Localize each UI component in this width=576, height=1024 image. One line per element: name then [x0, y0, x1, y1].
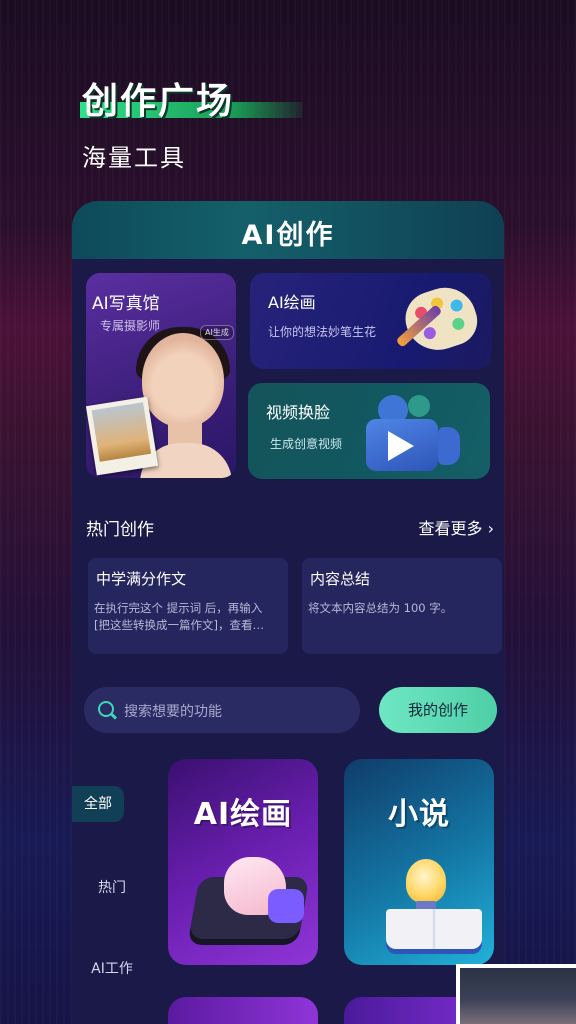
category-tab-all[interactable]: 全部	[72, 786, 124, 822]
floating-thumbnail[interactable]	[456, 964, 576, 1024]
hot-item-title: 中学满分作文	[96, 570, 187, 588]
tile-partial-left[interactable]	[168, 997, 318, 1024]
search-bar[interactable]: 搜索想要的功能	[84, 687, 360, 733]
ai-creation-panel: AI创作 AI写真馆 专属摄影师 AI生成 AI绘画 让你的想法妙笔生花 视频换…	[72, 201, 504, 1024]
ai-drawing-card[interactable]: AI绘画 让你的想法妙笔生花	[250, 273, 492, 369]
hero-subtitle: 海量工具	[82, 144, 186, 172]
tile-label: 小说	[388, 797, 450, 832]
portrait-face-image	[142, 333, 224, 427]
hot-item-desc: 在执行完这个 提示词 后，再输入 [把这些转换成一篇作文]，查看…	[94, 601, 264, 632]
panel-header: AI创作	[72, 201, 504, 259]
paint-dot	[449, 297, 465, 314]
paint-dot	[450, 316, 466, 332]
face-swap-video-card[interactable]: 视频换脸 生成创意视频	[248, 383, 490, 479]
search-icon	[98, 701, 114, 717]
portrait-card-title: AI写真馆	[92, 294, 160, 314]
play-icon	[388, 431, 414, 461]
category-tab-hot[interactable]: 热门	[72, 877, 152, 897]
video-card-subtitle: 生成创意视频	[270, 437, 343, 451]
tile-novel[interactable]: 小说	[344, 759, 494, 965]
hot-item-essay[interactable]: 中学满分作文 在执行完这个 提示词 后，再输入 [把这些转换成一篇作文]，查看…	[88, 558, 288, 654]
tile-label: AI绘画	[193, 797, 293, 832]
ai-generated-tag: AI生成	[200, 325, 234, 340]
open-book-icon	[386, 909, 482, 949]
panel-title: AI创作	[241, 220, 335, 251]
portrait-studio-card[interactable]: AI写真馆 专属摄影师 AI生成	[86, 273, 236, 478]
paint-dot	[422, 325, 438, 341]
drawing-card-subtitle: 让你的想法妙笔生花	[268, 325, 377, 339]
hot-item-desc: 将文本内容总结为 100 字。	[308, 601, 453, 615]
lightbulb-icon	[406, 859, 446, 903]
search-input[interactable]: 搜索想要的功能	[124, 701, 222, 721]
palette-icon	[398, 279, 484, 359]
sleeve-icon	[268, 889, 304, 923]
portrait-card-subtitle: 专属摄影师	[100, 319, 161, 333]
drawing-card-title: AI绘画	[268, 293, 316, 312]
hot-item-title: 内容总结	[310, 570, 371, 588]
my-creations-button[interactable]: 我的创作	[379, 687, 497, 733]
hot-item-summary[interactable]: 内容总结 将文本内容总结为 100 字。	[302, 558, 502, 654]
camera-side-icon	[438, 427, 460, 465]
video-card-title: 视频换脸	[266, 403, 331, 422]
polaroid-photo-image	[86, 396, 159, 476]
see-more-link[interactable]: 查看更多 ›	[419, 515, 495, 539]
hot-section-title: 热门创作	[86, 520, 154, 540]
hero-title: 创作广场	[82, 81, 235, 122]
category-tab-ai-work[interactable]: AI工作	[72, 958, 152, 978]
tile-ai-drawing[interactable]: AI绘画	[168, 759, 318, 965]
